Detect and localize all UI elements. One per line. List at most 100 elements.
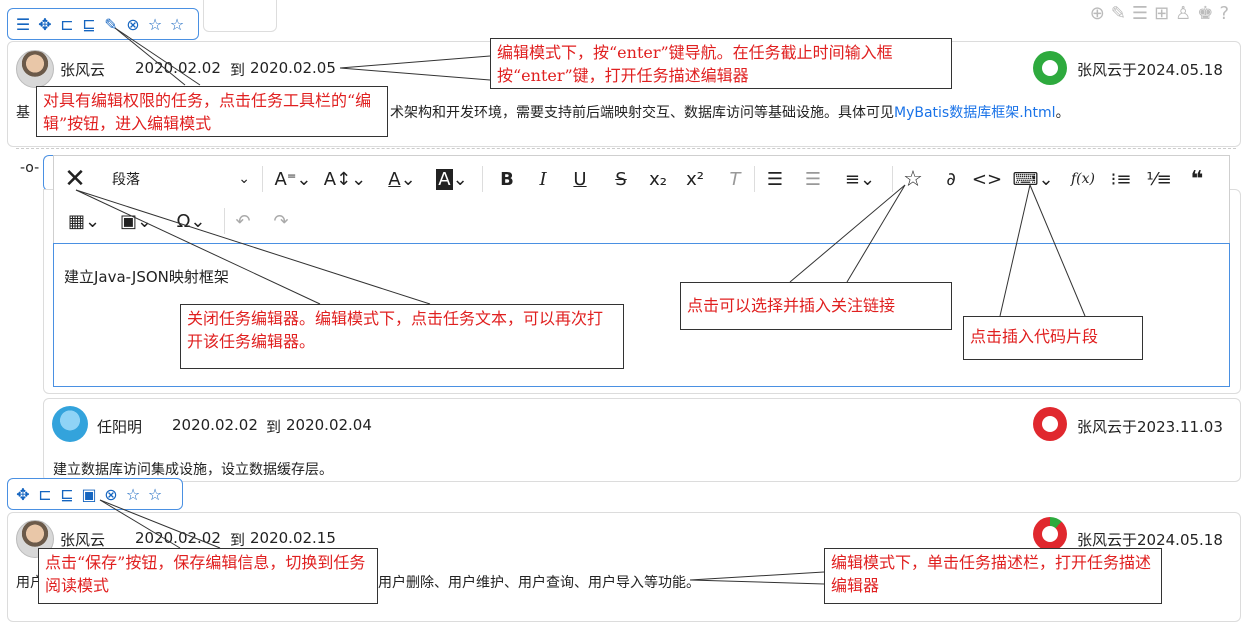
desc-mid: 术架构和开发环境，需要支持前后端映射交互、数据库访问等基础设施。具体可见: [390, 105, 894, 121]
font-size-icon[interactable]: A⁼⌄: [272, 166, 314, 192]
progress-ring: [1033, 517, 1067, 551]
star-outline-icon[interactable]: ☆: [146, 15, 164, 34]
star-outline-icon[interactable]: ☆: [124, 485, 142, 504]
outdent-icon[interactable]: ☰: [800, 166, 826, 192]
paragraph-select[interactable]: 段落 ⌄: [100, 164, 250, 194]
task-description[interactable]: 基: [16, 102, 30, 122]
italic-icon[interactable]: I: [530, 166, 556, 192]
end-date[interactable]: 2020.02.04: [286, 416, 372, 434]
end-date[interactable]: 2020.02.05: [250, 59, 336, 77]
strikethrough-icon[interactable]: S: [608, 166, 634, 192]
desc-prefix: 基: [16, 105, 30, 121]
progress-ring: [1033, 407, 1067, 441]
underline-icon[interactable]: U: [567, 166, 593, 192]
person-icon[interactable]: ♙: [1175, 3, 1191, 24]
start-date[interactable]: 2020.02.02: [135, 529, 221, 547]
status-text: 张风云于2024.05.18: [1077, 531, 1223, 549]
task-description[interactable]: 建立数据库访问集成设施，设立数据缓存层。: [53, 459, 333, 479]
inline-code-icon[interactable]: <>: [972, 166, 1002, 192]
star-follow-icon[interactable]: ☆: [168, 15, 186, 34]
start-date[interactable]: 2020.02.02: [172, 416, 258, 434]
save-icon[interactable]: ▣: [80, 485, 98, 504]
formula-icon[interactable]: f(x): [1068, 166, 1098, 192]
separator: [892, 166, 893, 192]
desc-suffix: 。: [1055, 105, 1070, 121]
help-icon[interactable]: ?: [1219, 3, 1229, 24]
people-icon[interactable]: ♚: [1197, 3, 1213, 24]
move-icon[interactable]: ✥: [36, 15, 54, 34]
indent-icon[interactable]: ⊏: [36, 485, 54, 504]
link-icon[interactable]: ∂: [938, 166, 964, 192]
separator: [224, 208, 225, 234]
date-separator: 到: [266, 418, 282, 436]
line-height-icon[interactable]: A↕⌄: [324, 166, 366, 192]
media-icon[interactable]: ▣⌄: [114, 208, 158, 234]
star-follow-icon[interactable]: ☆: [146, 485, 164, 504]
status-text: 张风云于2024.05.18: [1077, 61, 1223, 79]
edit-icon[interactable]: ✎: [1111, 3, 1126, 24]
close-editor-icon[interactable]: ✕: [62, 164, 88, 194]
background-color-icon[interactable]: A ⌄: [432, 166, 472, 192]
separator: [262, 166, 263, 192]
task-owner: 张风云: [60, 531, 106, 549]
superscript-icon[interactable]: x²: [682, 166, 708, 192]
chevron-down-icon: ⌄: [238, 171, 250, 187]
callout-description-editor: 编辑模式下，单击任务描述栏，打开任务描述编辑器: [824, 548, 1162, 604]
table-icon[interactable]: ▦⌄: [62, 208, 106, 234]
end-date[interactable]: 2020.02.15: [250, 529, 336, 547]
top-right-toolbar: ⊕ ✎ ☰ ⊞ ♙ ♚ ?: [1090, 3, 1229, 24]
doc-link[interactable]: MyBatis数据库框架.html: [894, 105, 1056, 121]
paragraph-select-value: 段落: [112, 172, 140, 188]
task-description[interactable]: 用户删除、用户维护、用户查询、用户导入等功能。: [378, 572, 700, 592]
callout-edit-permission: 对具有编辑权限的任务，点击任务工具栏的“编辑”按钮，进入编辑模式: [36, 86, 388, 137]
edit-icon[interactable]: ✎: [102, 15, 120, 34]
callout-close-editor: 关闭任务编辑器。编辑模式下，点击任务文本，可以再次打开该任务编辑器。: [180, 304, 624, 369]
plus-circle-icon[interactable]: ⊕: [1090, 3, 1105, 24]
expand-icon[interactable]: ☰: [1132, 3, 1148, 24]
tree-icon[interactable]: ⊞: [1154, 3, 1169, 24]
task-toolbar-edit: ✥ ⊏ ⊑ ▣ ⊗ ☆ ☆: [7, 478, 183, 510]
redo-icon[interactable]: ↷: [268, 208, 294, 234]
callout-insert-link: 点击可以选择并插入关注链接: [680, 282, 952, 330]
code-block-icon[interactable]: ⌨⌄: [1012, 166, 1054, 192]
delete-icon[interactable]: ⊗: [102, 485, 120, 504]
numbered-list-icon[interactable]: ⅟≡: [1146, 166, 1172, 192]
insert-follow-link-icon[interactable]: ☆: [900, 165, 926, 193]
top-card-fragment: [203, 0, 277, 32]
blockquote-icon[interactable]: ❝: [1184, 166, 1210, 192]
move-icon[interactable]: ✥: [14, 485, 32, 504]
indent-icon[interactable]: ⊏: [58, 15, 76, 34]
bulleted-list-icon[interactable]: ⁝≡: [1108, 166, 1134, 192]
subscript-icon[interactable]: x₂: [645, 166, 671, 192]
separator: [482, 166, 483, 192]
task-owner: 任阳明: [97, 418, 143, 436]
progress-ring: [1033, 51, 1067, 85]
status-text: 张风云于2023.11.03: [1077, 418, 1223, 436]
editor-toolbar: ✕ 段落 ⌄ A⁼⌄ A↕⌄ A ⌄ A ⌄ B I U S x₂ x² T ☰ ☰…: [53, 155, 1230, 243]
avatar: [52, 406, 88, 442]
undo-icon[interactable]: ↶: [230, 208, 256, 234]
divider: [16, 148, 1236, 149]
start-date[interactable]: 2020.02.02: [135, 59, 221, 77]
outdent-icon[interactable]: ⊑: [58, 485, 76, 504]
font-color-icon[interactable]: A ⌄: [382, 166, 422, 192]
task-description-rest[interactable]: 术架构和开发环境，需要支持前后端映射交互、数据库访问等基础设施。具体可见MyBa…: [390, 102, 1070, 122]
collapse-icon[interactable]: ☰: [14, 15, 32, 34]
bold-icon[interactable]: B: [494, 166, 520, 192]
align-icon[interactable]: ≡⌄: [840, 166, 880, 192]
outdent-icon[interactable]: ⊑: [80, 15, 98, 34]
delete-icon[interactable]: ⊗: [124, 15, 142, 34]
separator: [754, 166, 755, 192]
special-char-icon[interactable]: Ω⌄: [166, 208, 216, 234]
date-separator: 到: [230, 61, 246, 79]
date-separator: 到: [230, 531, 246, 549]
link-node-icon[interactable]: -o-: [20, 160, 39, 176]
callout-insert-code: 点击插入代码片段: [963, 316, 1143, 360]
avatar: [16, 50, 54, 88]
clear-format-icon[interactable]: T: [722, 166, 748, 192]
indent-icon[interactable]: ☰: [762, 166, 788, 192]
task-owner: 张风云: [60, 61, 106, 79]
editor-text[interactable]: 建立Java-JSON映射框架: [64, 266, 229, 287]
task-toolbar-read: ☰ ✥ ⊏ ⊑ ✎ ⊗ ☆ ☆: [7, 8, 199, 40]
callout-save: 点击“保存”按钮，保存编辑信息，切换到任务阅读模式: [38, 548, 378, 604]
